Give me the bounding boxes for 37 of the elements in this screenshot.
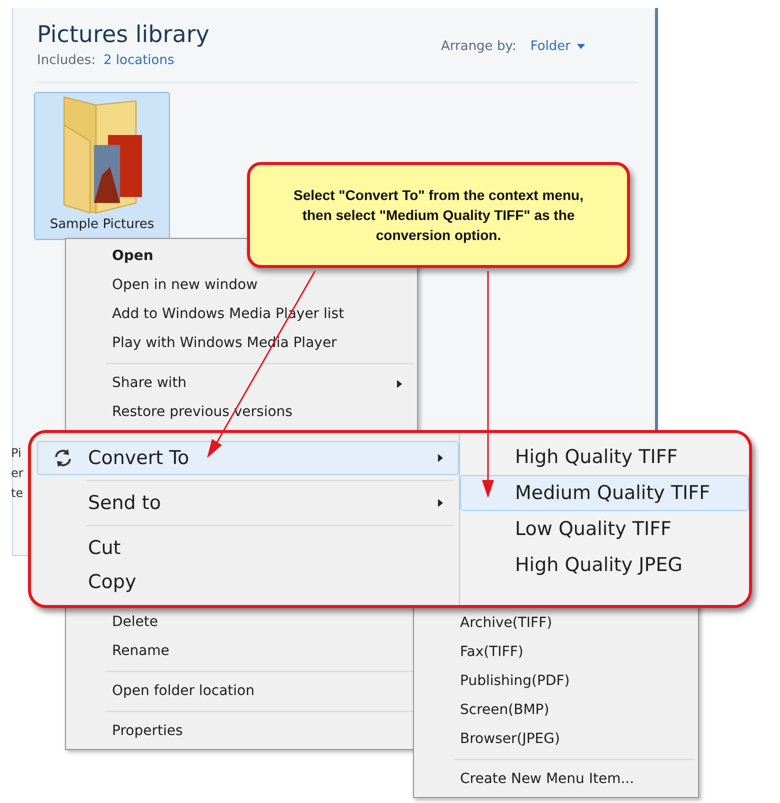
menu-item[interactable]: Open folder location [66, 677, 417, 706]
submenu-item[interactable]: High Quality TIFF [460, 439, 749, 475]
submenu-item[interactable]: Fax(TIFF) [414, 638, 698, 667]
annotation-tooltip: Select "Convert To" from the context menu, then select "Medium Quality TIFF" as the conversion option. [247, 162, 630, 268]
menu-item[interactable]: Restore previous versions [66, 398, 417, 427]
submenu-item[interactable]: Publishing(PDF) [414, 667, 698, 696]
submenu-item[interactable]: Medium Quality TIFF [460, 475, 749, 511]
submenu-item[interactable]: Low Quality TIFF [460, 511, 749, 547]
convert-icon [52, 447, 74, 469]
menu-item[interactable]: Rename [66, 637, 417, 666]
submenu-arrow-icon [395, 380, 403, 388]
folder-tile[interactable]: Sample Pictures [34, 92, 170, 240]
arrange-dropdown[interactable]: Folder [530, 37, 585, 56]
menu-item[interactable]: Copy [37, 565, 459, 599]
submenu-item[interactable]: Browser(JPEG) [414, 725, 698, 754]
menu-item[interactable]: Open in new window [66, 271, 417, 300]
details-text: er [11, 465, 24, 482]
menu-item[interactable]: Share with [66, 369, 417, 398]
submenu-item[interactable]: High Quality JPEG [460, 547, 749, 583]
menu-item[interactable]: Send to [37, 486, 459, 520]
submenu-item[interactable]: Screen(BMP) [414, 696, 698, 725]
locations-link[interactable]: 2 locations [103, 51, 174, 70]
arrange-label: Arrange by: [441, 38, 516, 56]
menu-item[interactable]: Convert To [37, 441, 459, 475]
submenu-item[interactable]: Archive(TIFF) [414, 609, 698, 638]
menu-item[interactable]: Properties [66, 717, 417, 746]
menu-item[interactable]: Delete [66, 608, 417, 637]
window-title: Pictures library [37, 21, 210, 50]
menu-item[interactable]: Cut [37, 531, 459, 565]
details-text: te [11, 485, 24, 502]
submenu-arrow-icon [436, 454, 444, 462]
submenu-item[interactable]: Create New Menu Item... [414, 765, 698, 794]
submenu-arrow-icon [436, 499, 444, 507]
caret-icon [576, 44, 585, 50]
details-text: Pi [11, 445, 22, 462]
folder-label: Sample Pictures [50, 216, 154, 234]
includes-label: Includes: [37, 52, 96, 70]
